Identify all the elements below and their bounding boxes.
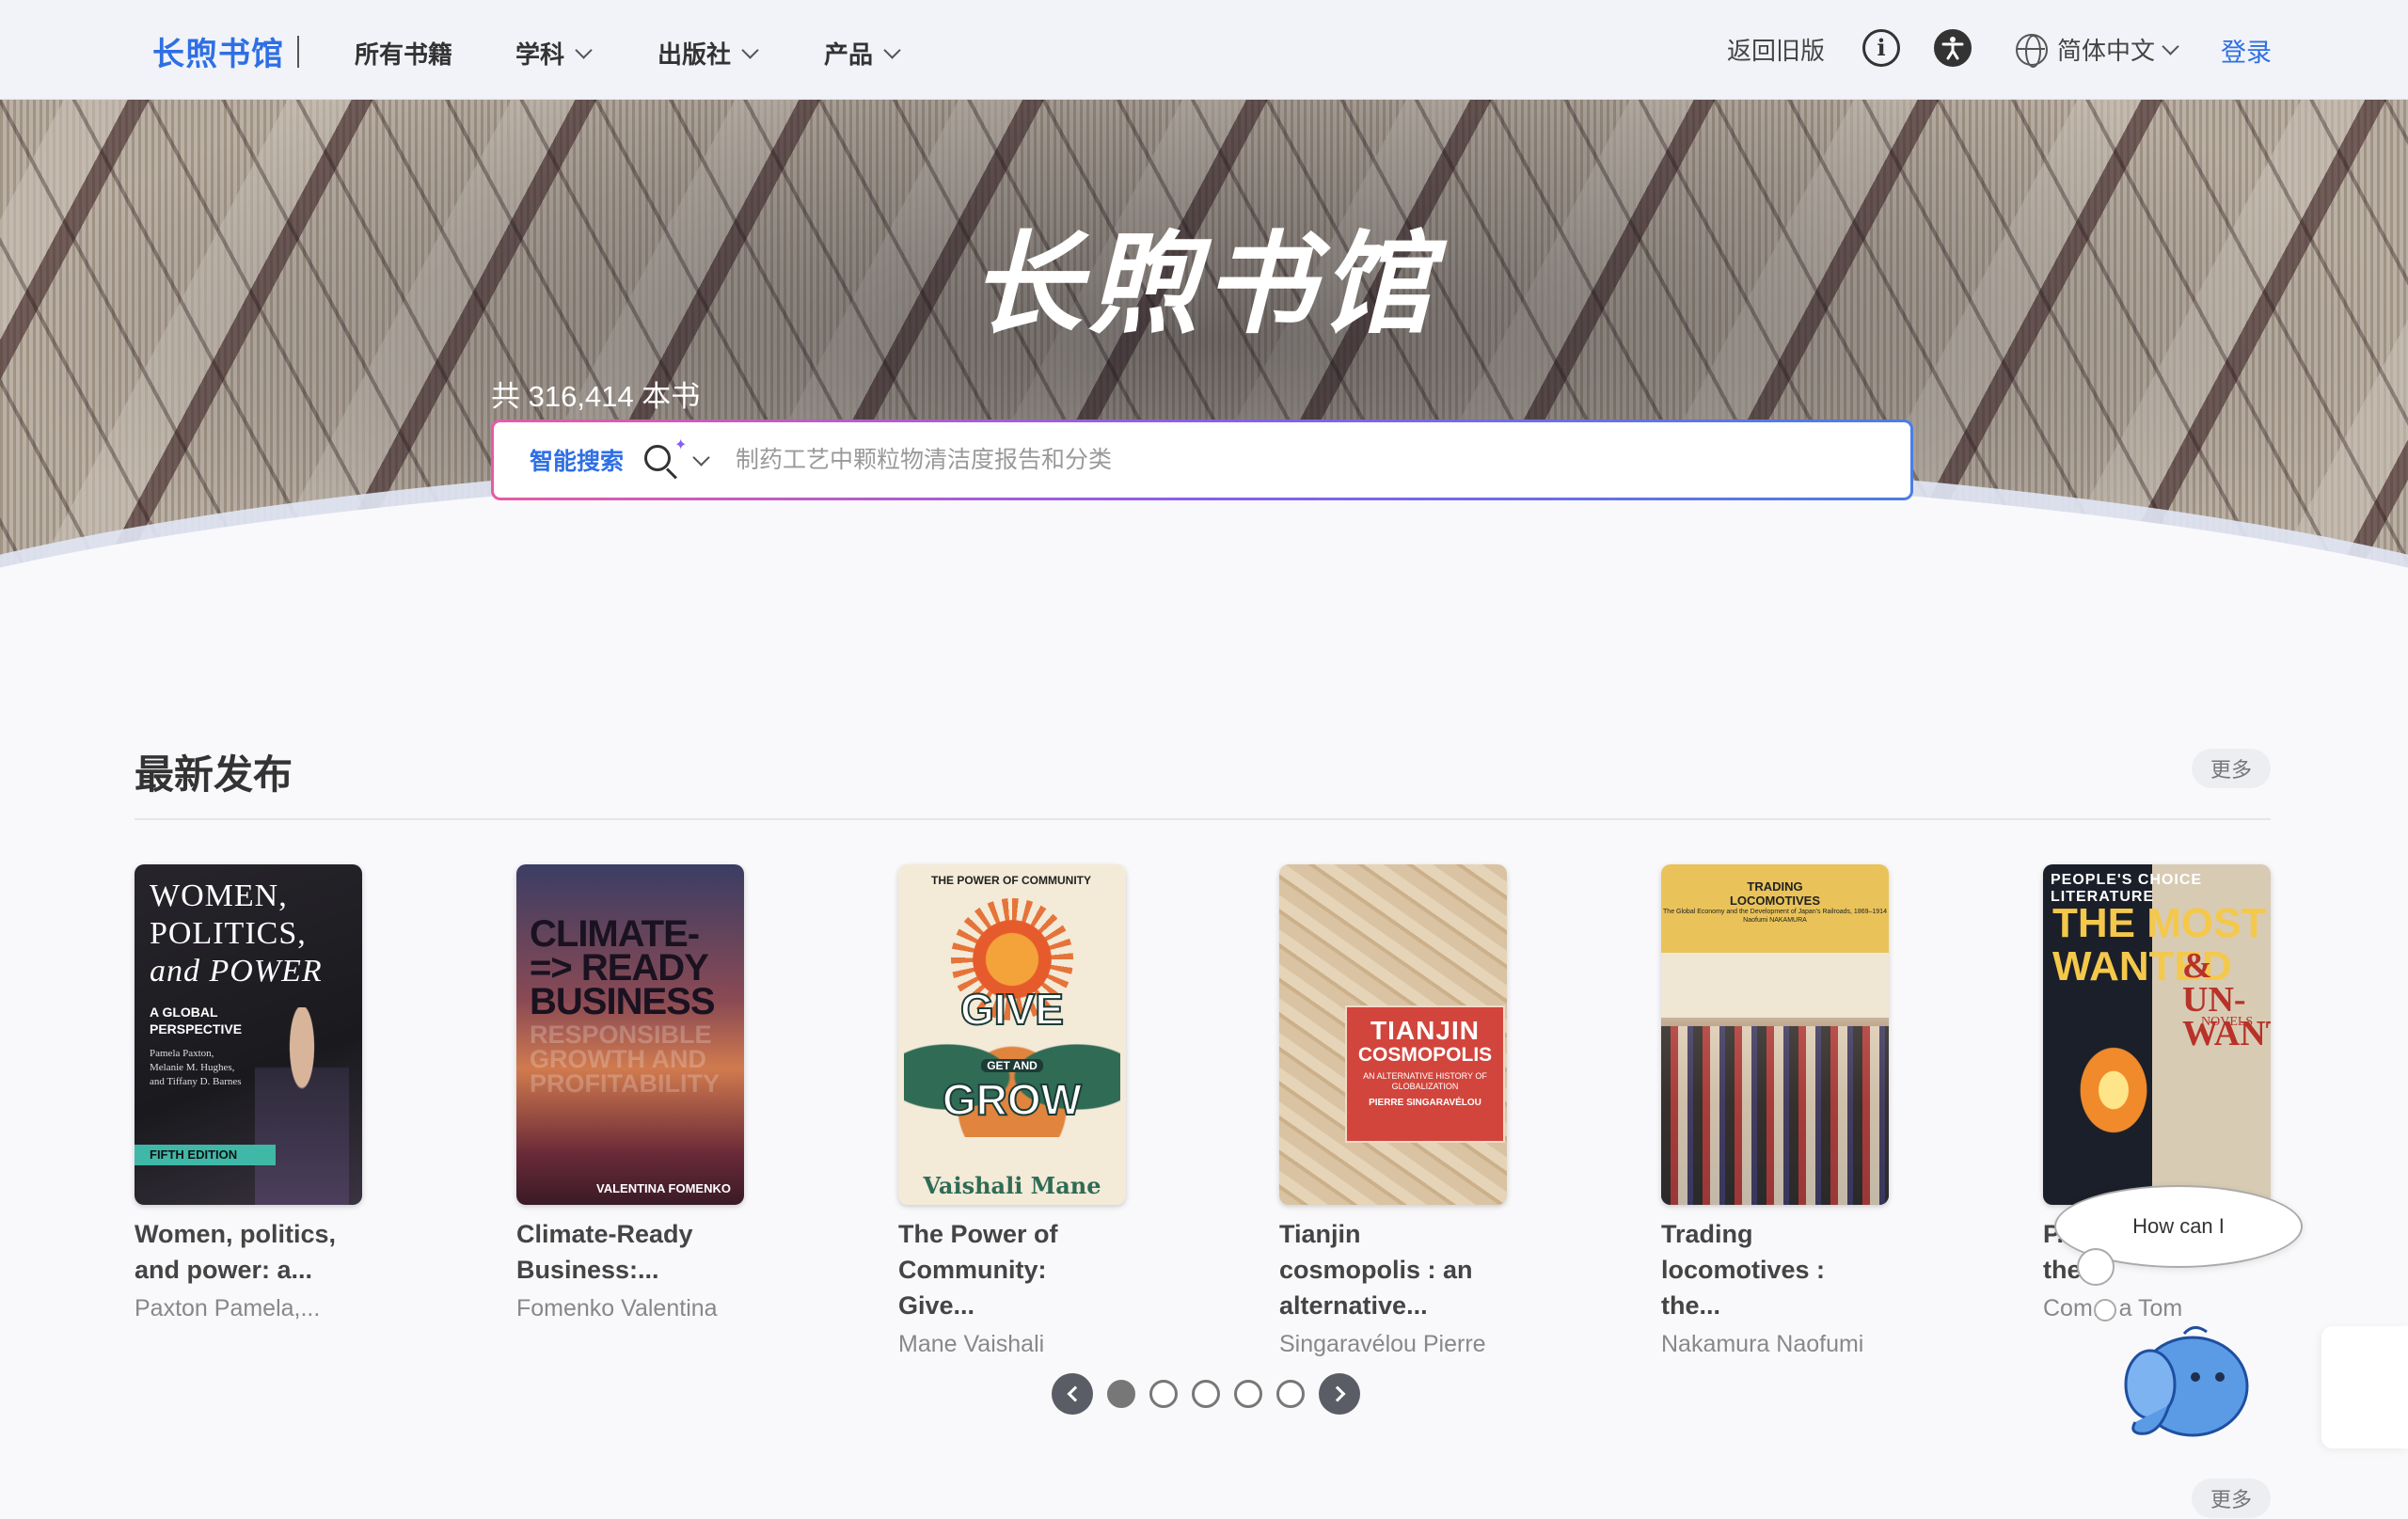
section-divider: [135, 818, 2271, 820]
page-dot-4[interactable]: [1234, 1380, 1262, 1408]
book-title[interactable]: Women, politics, and power: a...: [135, 1216, 364, 1288]
chevron-down-icon: [741, 41, 759, 59]
language-selector[interactable]: 简体中文: [2016, 32, 2179, 68]
page-dot-2[interactable]: [1149, 1380, 1178, 1408]
globe-icon: [2016, 33, 2048, 68]
chevron-down-icon: [575, 41, 593, 59]
brand-logo[interactable]: 长煦书馆: [152, 28, 284, 74]
book-title[interactable]: The Power of Community: Give...: [898, 1216, 1128, 1323]
search-bar: 智能搜索 ✦: [491, 419, 1913, 500]
book-author: Fomenko Valentina: [516, 1295, 718, 1321]
more-button[interactable]: 更多: [2192, 749, 2271, 788]
hero-logo-text: 长煦书馆: [970, 223, 1437, 347]
search-input[interactable]: [736, 446, 1865, 474]
book-cover[interactable]: TRADING LOCOMOTIVES The Global Economy a…: [1661, 864, 1889, 1205]
book-author: Singaravélou Pierre: [1279, 1331, 1486, 1357]
book-cover[interactable]: THE POWER OF COMMUNITY GIVE GET AND GROW…: [898, 864, 1126, 1205]
book-cover[interactable]: WOMEN, POLITICS, and POWER A GLOBAL PERS…: [135, 864, 362, 1205]
ai-search-icon[interactable]: ✦: [642, 437, 687, 480]
chevron-down-icon: [883, 41, 901, 59]
brand-divider: [297, 36, 299, 68]
search-mode-label[interactable]: 智能搜索: [530, 443, 624, 477]
old-version-link[interactable]: 返回旧版: [1727, 32, 1825, 67]
chevron-right-icon[interactable]: [1319, 1373, 1360, 1415]
book-author: Paxton Pamela,...: [135, 1295, 321, 1321]
book-title[interactable]: Climate-Ready Business:...: [516, 1216, 746, 1288]
info-icon[interactable]: i: [1862, 29, 1900, 67]
book-card[interactable]: THE POWER OF COMMUNITY GIVE GET AND GROW…: [898, 864, 1128, 1358]
page-dot-5[interactable]: [1276, 1380, 1305, 1408]
nav-all-books[interactable]: 所有书籍: [355, 36, 452, 71]
book-title[interactable]: Trading locomotives : the...: [1661, 1216, 1891, 1323]
book-card[interactable]: CLIMATE- => READY BUSINESS RESPONSIBLE G…: [516, 864, 746, 1322]
carousel-pagination: [1052, 1373, 1360, 1415]
book-card[interactable]: TRADING LOCOMOTIVES The Global Economy a…: [1661, 864, 1891, 1358]
book-cover[interactable]: CLIMATE- => READY BUSINESS RESPONSIBLE G…: [516, 864, 744, 1205]
book-author: Nakamura Naofumi: [1661, 1331, 1864, 1357]
book-cover[interactable]: PEOPLE'S CHOICE LITERATURE THE MOST WANT…: [2043, 864, 2271, 1205]
chevron-left-icon[interactable]: [1052, 1373, 1093, 1415]
book-title[interactable]: Tianjin cosmopolis : an alternative...: [1279, 1216, 1509, 1323]
nav-subjects[interactable]: 学科: [515, 36, 593, 71]
old-version-label: 返回旧版: [1727, 37, 1826, 65]
chat-prompt: How can I: [2132, 1214, 2225, 1238]
chevron-down-icon[interactable]: [692, 448, 710, 467]
nav-products[interactable]: 产品: [824, 36, 901, 71]
top-nav: 长煦书馆 所有书籍 学科 出版社 产品 返回旧版 i 简体中文 登录: [0, 0, 2408, 100]
bubble-tail-dot: [2077, 1248, 2115, 1286]
login-link[interactable]: 登录: [2221, 32, 2272, 69]
nav-label: 学科: [515, 40, 565, 69]
section-title: 最新发布: [135, 752, 293, 797]
nav-publishers[interactable]: 出版社: [657, 36, 759, 71]
book-author: Mane Vaishali: [898, 1331, 1045, 1357]
floating-side-panel[interactable]: [2321, 1326, 2408, 1448]
nav-label: 产品: [824, 40, 874, 69]
page-dot-3[interactable]: [1192, 1380, 1220, 1408]
nav-label: 出版社: [657, 40, 732, 69]
nav-label: 所有书籍: [355, 40, 453, 69]
hero-banner: 长煦书馆 共 316,414 本书 智能搜索 ✦: [0, 100, 2408, 702]
book-card[interactable]: TIANJIN COSMOPOLIS AN ALTERNATIVE HISTOR…: [1279, 864, 1509, 1358]
page-dot-1[interactable]: [1107, 1380, 1135, 1408]
elephant-mascot-icon[interactable]: [2103, 1319, 2254, 1450]
more-button[interactable]: 更多: [2192, 1479, 2271, 1518]
chevron-down-icon: [2162, 38, 2179, 55]
book-cover[interactable]: TIANJIN COSMOPOLIS AN ALTERNATIVE HISTOR…: [1279, 864, 1507, 1205]
book-card[interactable]: WOMEN, POLITICS, and POWER A GLOBAL PERS…: [135, 864, 364, 1322]
accessibility-icon[interactable]: [1934, 29, 1972, 67]
hero-logo: 长煦书馆: [0, 194, 2408, 355]
book-count: 共 316,414 本书: [491, 380, 701, 413]
language-label: 简体中文: [2057, 37, 2156, 65]
